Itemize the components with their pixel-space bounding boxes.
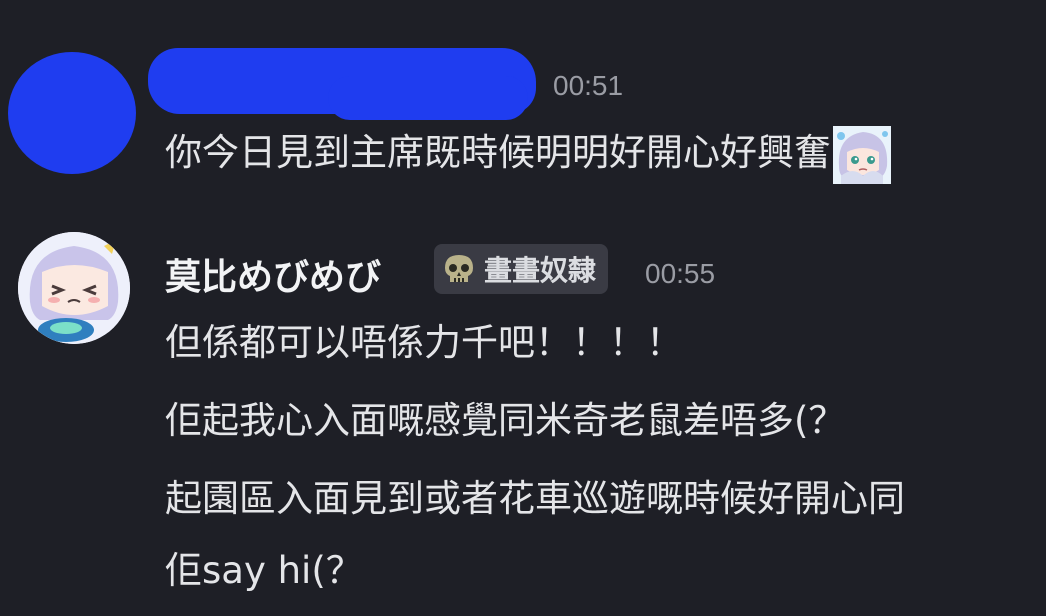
redacted-username[interactable] [148,48,536,120]
custom-anime-girl-emoji-icon[interactable] [833,125,891,184]
user-avatar[interactable] [18,232,130,344]
message-line: 起園區入面見到或者花車巡遊嘅時候好開心同 [165,477,905,520]
message-line: 但係都可以唔係力千吧！！！！ [165,321,683,364]
skull-icon [445,255,473,282]
message-line: 你今日見到主席既時候明明好開心好興奮 [165,131,831,174]
role-tag[interactable]: 畫畫奴隸 [434,244,609,294]
message-timestamp: 00:55 [645,258,716,289]
message-line: 佢起我心入面嘅感覺同米奇老鼠差唔多(？ [165,399,846,442]
role-tag-label: 畫畫奴隸 [484,254,597,287]
message-timestamp: 00:51 [553,70,624,101]
username[interactable]: 莫比めびめび [165,248,381,300]
message-line: 佢say hi(？ [165,549,363,592]
message-text: 你今日見到主席既時候明明好開心好興奮 [165,122,891,184]
redacted-avatar[interactable] [8,52,136,174]
anime-character-avatar-icon [18,232,130,344]
